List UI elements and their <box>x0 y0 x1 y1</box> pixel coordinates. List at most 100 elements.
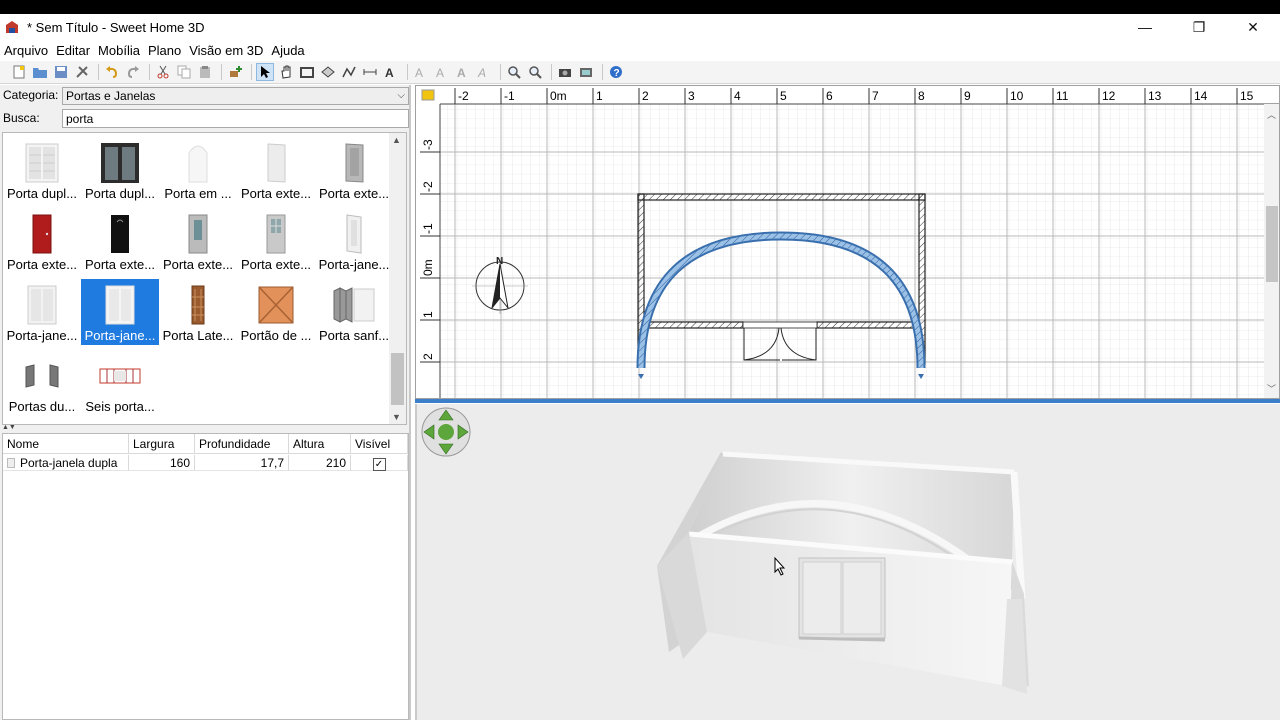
catalog-item-label: Porta Late... <box>162 328 234 343</box>
paste-icon[interactable] <box>196 63 214 81</box>
menu-ajuda[interactable]: Ajuda <box>267 43 308 58</box>
catalog-item[interactable]: Porta Late... <box>159 279 237 345</box>
catalog-scrollbar[interactable]: ▲ ▼ <box>389 133 406 424</box>
column-header-width[interactable]: Largura <box>129 434 195 454</box>
catalog-item[interactable]: Porta dupl... <box>81 137 159 203</box>
catalog-item[interactable]: Porta exte... <box>159 208 237 274</box>
toolbar-separator <box>221 64 222 80</box>
search-input[interactable] <box>62 109 409 128</box>
ruler-y-label: 2 <box>421 353 435 360</box>
column-header-height[interactable]: Altura <box>289 434 351 454</box>
row-name-cell: Porta-janela dupla <box>3 455 129 471</box>
row-visible-checkbox[interactable]: ✓ <box>351 455 408 471</box>
menu-plano[interactable]: Plano <box>144 43 185 58</box>
create-polylines-icon[interactable] <box>340 63 358 81</box>
catalog-item[interactable]: Porta exte... <box>237 137 315 203</box>
create-photo-icon[interactable] <box>556 63 574 81</box>
catalog-item[interactable]: Portão de ... <box>237 279 315 345</box>
menu-editar[interactable]: Editar <box>52 43 94 58</box>
text-italic-icon[interactable]: A <box>475 63 493 81</box>
close-button[interactable]: ✕ <box>1226 14 1280 40</box>
catalog-item[interactable]: Porta-jane... <box>315 208 393 274</box>
3d-house-model[interactable] <box>657 451 1029 694</box>
add-text-icon[interactable]: A <box>382 63 400 81</box>
menu-arquivo[interactable]: Arquivo <box>0 43 52 58</box>
catalog-item[interactable]: Porta exte... <box>237 208 315 274</box>
catalog-item[interactable]: Porta em ... <box>159 137 237 203</box>
redo-icon[interactable] <box>124 63 142 81</box>
menu-visao-3d[interactable]: Visão em 3D <box>185 43 267 58</box>
copy-icon[interactable] <box>175 63 193 81</box>
ruler-x-label: -2 <box>458 89 469 103</box>
cut-icon[interactable] <box>154 63 172 81</box>
text-style-icon[interactable]: A <box>412 63 430 81</box>
plan-canvas[interactable]: -2 -1 0m 1 2 3 4 5 6 7 8 9 10 11 12 13 14 15 -3-2-10m12 <box>416 86 1279 398</box>
restore-button[interactable]: ❐ <box>1172 14 1226 40</box>
scrollbar-thumb[interactable] <box>391 353 404 405</box>
panel-splitter[interactable]: ▲▼ <box>2 424 407 431</box>
checkbox-check-icon: ✓ <box>372 458 386 471</box>
catalog-item[interactable]: Porta exte... <box>315 137 393 203</box>
zoom-out-icon[interactable] <box>526 63 544 81</box>
add-furniture-icon[interactable] <box>226 63 244 81</box>
svg-text:A: A <box>457 66 466 79</box>
new-file-icon[interactable] <box>10 63 28 81</box>
catalog-item[interactable]: Seis porta... <box>81 350 159 416</box>
six-doors-thumbnail <box>95 354 145 398</box>
create-video-icon[interactable] <box>577 63 595 81</box>
minimize-button[interactable]: — <box>1118 14 1172 40</box>
save-icon[interactable] <box>52 63 70 81</box>
scroll-down-icon[interactable]: ▼ <box>392 412 401 422</box>
menu-bar: Arquivo Editar Mobília Plano Visão em 3D… <box>0 40 1280 60</box>
scroll-up-icon[interactable]: ▲ <box>392 135 401 145</box>
3d-double-door[interactable] <box>798 557 886 642</box>
3d-canvas[interactable] <box>417 404 1280 720</box>
column-header-visible[interactable]: Visível <box>351 434 408 454</box>
top-black-strip <box>0 0 1280 14</box>
catalog-item[interactable]: Portas du... <box>3 350 81 416</box>
plan-scrollbar[interactable]: ︿ ﹀ <box>1264 104 1279 398</box>
select-arrow-icon[interactable] <box>256 63 274 81</box>
ruler-x-label: 8 <box>918 89 925 103</box>
ruler-x-label: 1 <box>596 89 603 103</box>
open-folder-icon[interactable] <box>31 63 49 81</box>
plan-view[interactable]: -2 -1 0m 1 2 3 4 5 6 7 8 9 10 11 12 13 14 15 -3 -2 -1 0m 1 2 <box>415 85 1280 399</box>
plan-3d-splitter[interactable] <box>415 399 1280 403</box>
scroll-down-icon[interactable]: ﹀ <box>1267 384 1276 394</box>
preferences-icon[interactable] <box>73 63 91 81</box>
catalog-item[interactable]: Porta dupl... <box>3 137 81 203</box>
menu-mobilia[interactable]: Mobília <box>94 43 144 58</box>
text-style-icon[interactable]: A <box>433 63 451 81</box>
ruler-x-label: 15 <box>1240 89 1254 103</box>
catalog-item[interactable]: Porta sanf... <box>315 279 393 345</box>
text-bold-icon[interactable]: A <box>454 63 472 81</box>
catalog-item[interactable]: Porta exte... <box>81 208 159 274</box>
3d-view[interactable] <box>415 404 1280 720</box>
create-walls-icon[interactable] <box>298 63 316 81</box>
undo-icon[interactable] <box>103 63 121 81</box>
create-rooms-icon[interactable] <box>319 63 337 81</box>
exterior-door-thumbnail <box>329 141 379 185</box>
help-icon[interactable]: ? <box>607 63 625 81</box>
catalog-item-label: Porta em ... <box>164 186 232 201</box>
compass-north-label: N <box>496 256 503 267</box>
plan-scrollbar-thumb[interactable] <box>1266 206 1278 282</box>
catalog-item[interactable]: Porta exte... <box>3 208 81 274</box>
ruler-x-label: 10 <box>1010 89 1024 103</box>
scroll-up-icon[interactable]: ︿ <box>1267 110 1276 120</box>
column-header-depth[interactable]: Profundidade <box>195 434 289 454</box>
catalog-item[interactable]: Porta-jane... <box>3 279 81 345</box>
zoom-in-icon[interactable] <box>505 63 523 81</box>
create-dimensions-icon[interactable] <box>361 63 379 81</box>
ruler-corner-icon[interactable] <box>421 89 435 101</box>
ruler-y-label: -1 <box>421 223 435 234</box>
column-header-name[interactable]: Nome <box>3 434 129 454</box>
toolbar-separator <box>551 64 552 80</box>
row-name: Porta-janela dupla <box>20 456 118 470</box>
pan-hand-icon[interactable] <box>277 63 295 81</box>
3d-navigation-arrows-icon[interactable] <box>421 407 471 457</box>
category-dropdown[interactable]: Portas e Janelas ⌵ <box>62 87 409 105</box>
ruler-x-label: 3 <box>688 89 695 103</box>
catalog-item-selected[interactable]: Porta-jane... <box>81 279 159 345</box>
svg-text:A: A <box>415 66 423 79</box>
